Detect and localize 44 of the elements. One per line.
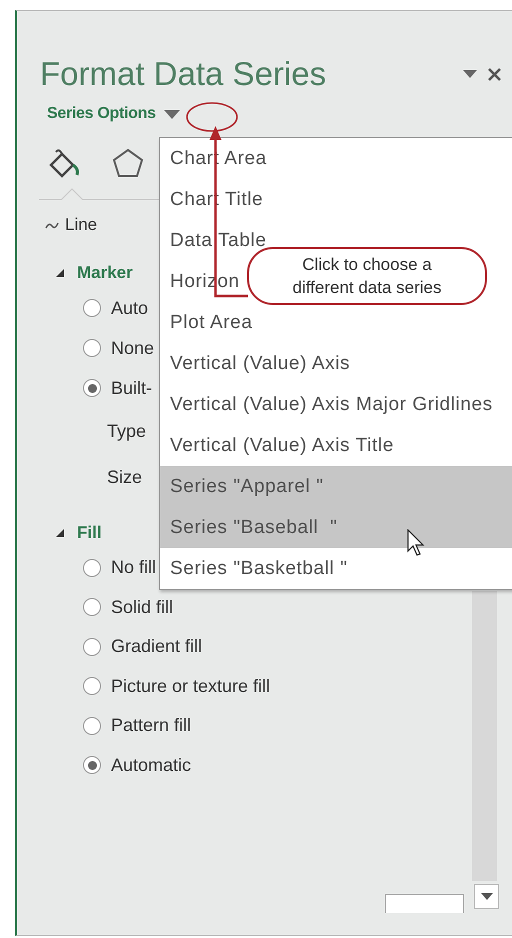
radio-label: No fill (111, 557, 156, 578)
radio-button[interactable] (83, 638, 101, 656)
radio-button[interactable] (83, 677, 101, 696)
radio-button[interactable] (83, 299, 101, 317)
pane-title: Format Data Series (40, 55, 328, 93)
radio-label: Picture or texture fill (111, 676, 270, 697)
dropdown-arrow-icon[interactable] (164, 110, 180, 118)
series-options-label[interactable]: Series Options (47, 105, 156, 123)
menu-item[interactable]: Vertical (Value) Axis Title (160, 425, 512, 466)
scrollbar[interactable] (472, 591, 497, 881)
field-label: Size (107, 466, 142, 488)
menu-item[interactable]: Series "Basketball " (160, 548, 512, 589)
radio-button[interactable] (83, 716, 101, 735)
radio-button[interactable] (83, 756, 101, 774)
line-tab[interactable]: Line (65, 215, 98, 235)
radio-button[interactable] (83, 558, 101, 577)
scroll-down-button[interactable] (474, 884, 499, 909)
radio-button[interactable] (83, 379, 101, 397)
section-header[interactable]: Marker (77, 263, 133, 283)
menu-item[interactable]: Vertical (Value) Axis (160, 343, 512, 384)
caret-icon (480, 893, 492, 900)
menu-item[interactable]: Series "Apparel " (160, 466, 512, 507)
radio-label: Auto (111, 298, 148, 318)
menu-item[interactable]: Vertical (Value) Axis Major Gridlines (160, 384, 512, 425)
paint-bucket-icon[interactable] (47, 146, 81, 178)
section-header[interactable]: Fill (77, 523, 102, 543)
close-icon[interactable] (487, 66, 502, 82)
field-label: Type (107, 420, 146, 442)
radio-label: None (111, 338, 154, 358)
radio-label: Gradient fill (111, 636, 202, 658)
dropdown-arrow-icon[interactable] (463, 70, 477, 78)
radio-button[interactable] (83, 339, 101, 357)
callout-tooltip: Click to choose a different data series (247, 247, 487, 305)
pentagon-icon[interactable] (111, 146, 145, 178)
radio-label: Built- (111, 378, 152, 398)
menu-item[interactable]: Series "Baseball " (160, 507, 512, 548)
radio-label: Solid fill (111, 596, 174, 618)
radio-button[interactable] (83, 598, 101, 616)
highlight-ellipse (186, 102, 238, 132)
radio-label: Pattern fill (111, 715, 192, 736)
input-field[interactable] (385, 894, 464, 913)
mouse-cursor-icon (407, 529, 425, 557)
menu-item[interactable]: Plot Area (160, 302, 512, 343)
radio-label: Automatic (111, 754, 192, 776)
